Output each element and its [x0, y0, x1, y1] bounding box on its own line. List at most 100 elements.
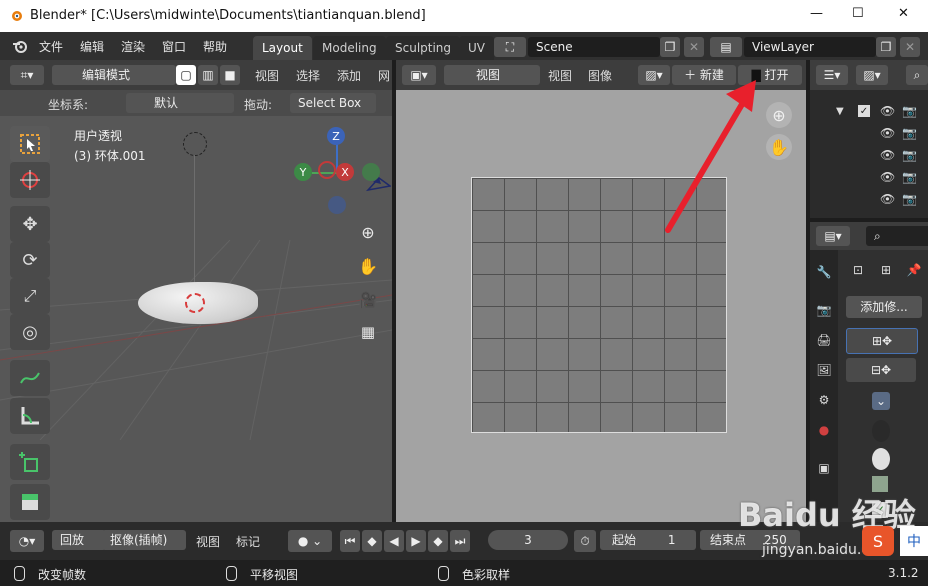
mode-selector[interactable]: 编辑模式 — [52, 65, 176, 85]
render-camera-icon[interactable]: 📷 — [902, 148, 917, 162]
add-cube-tool[interactable] — [10, 444, 50, 480]
image-zoom-icon[interactable]: ⊕ — [766, 102, 792, 128]
current-frame-field[interactable]: 3 — [488, 530, 568, 550]
face-select-icon[interactable]: ■ — [220, 65, 240, 85]
outliner-search-icon[interactable]: ⌕ — [906, 65, 928, 85]
outliner-filter-icon[interactable]: ▨▾ — [856, 65, 888, 85]
gizmo-x-icon[interactable]: X — [336, 163, 354, 181]
outliner-type-icon[interactable]: ☰▾ — [816, 65, 848, 85]
camera-view-icon[interactable]: 🎥 — [356, 288, 380, 312]
collection-expand-icon[interactable]: ▼ — [836, 106, 844, 117]
menu-file[interactable]: 文件 — [39, 38, 63, 55]
collection-properties-icon[interactable]: ▣ — [814, 458, 834, 478]
view-layer-properties-icon[interactable]: 🖼 — [814, 360, 834, 380]
scale-tool[interactable]: ⤢ — [10, 278, 50, 314]
extrude-tool[interactable] — [10, 484, 50, 520]
menu-edit[interactable]: 编辑 — [80, 38, 104, 55]
measure-tool[interactable] — [10, 398, 50, 434]
editor-type-icon[interactable]: ⌗▾ — [10, 65, 44, 85]
minimize-button[interactable]: — — [810, 6, 823, 21]
jump-end-icon[interactable]: ⏭ — [450, 530, 470, 552]
tab-modeling[interactable]: Modeling — [313, 36, 386, 60]
visibility-eye-icon[interactable]: 👁 — [880, 126, 895, 140]
visibility-eye-icon[interactable]: 👁 — [880, 148, 895, 162]
play-icon[interactable]: ▶ — [406, 530, 426, 552]
visibility-eye-icon[interactable]: 👁 — [880, 192, 895, 206]
viewport-menu-select[interactable]: 选择 — [296, 67, 320, 84]
ime-language-indicator[interactable]: 中 — [900, 526, 928, 556]
tab-uv[interactable]: UV — [459, 36, 494, 60]
annotate-tool[interactable] — [10, 360, 50, 396]
modifier-stack-icon[interactable]: ⊞ — [876, 260, 896, 280]
rotate-tool[interactable]: ⟳ — [10, 242, 50, 278]
output-properties-icon[interactable]: 🖨 — [814, 330, 834, 350]
keying-dropdown[interactable]: 抠像(插帧) — [102, 530, 186, 550]
drag-dropdown[interactable]: Select Box — [290, 93, 376, 113]
select-box-tool[interactable] — [10, 126, 50, 162]
timeline-menu-view[interactable]: 视图 — [196, 533, 220, 550]
image-editor-menu-image[interactable]: 图像 — [588, 67, 612, 84]
properties-type-icon[interactable]: ▤▾ — [816, 226, 850, 246]
render-camera-icon[interactable]: 📷 — [902, 126, 917, 140]
blender-menu-icon[interactable] — [12, 38, 28, 54]
gizmo-z-icon[interactable]: Z — [327, 127, 345, 145]
coord-dropdown[interactable]: 默认 — [126, 93, 234, 113]
scene-selector-icon[interactable]: ⛶ — [494, 37, 526, 57]
viewlayer-copy-icon[interactable]: ❐ — [876, 37, 896, 57]
transform-pivot-icon[interactable]: ⊡ — [848, 260, 868, 280]
menu-render[interactable]: 渲染 — [121, 38, 145, 55]
prev-keyframe-icon[interactable]: ◆ — [362, 530, 382, 552]
properties-search-field[interactable]: ⌕ — [866, 226, 928, 246]
menu-help[interactable]: 帮助 — [203, 38, 227, 55]
close-button[interactable]: ✕ — [898, 6, 909, 21]
nav-gizmo[interactable]: Z Y X — [290, 126, 390, 216]
move-tool[interactable]: ✥ — [10, 206, 50, 242]
perspective-toggle-icon[interactable]: ▦ — [356, 320, 380, 344]
viewport-menu-view[interactable]: 视图 — [255, 67, 279, 84]
menu-window[interactable]: 窗口 — [162, 38, 186, 55]
jump-start-icon[interactable]: ⏮ — [340, 530, 360, 552]
tool-properties-icon[interactable]: 🔧 — [814, 262, 834, 282]
viewlayer-selector-icon[interactable]: ▤ — [710, 37, 742, 57]
pin-icon[interactable]: 📌 — [904, 260, 924, 280]
timeline-menu-marker[interactable]: 标记 — [236, 533, 260, 550]
scene-remove-icon[interactable]: ✕ — [684, 37, 704, 57]
scene-copy-icon[interactable]: ❐ — [660, 37, 680, 57]
preview-range-icon[interactable]: ⏱ — [574, 530, 596, 552]
zoom-view-icon[interactable]: ⊕ — [356, 220, 380, 244]
render-camera-icon[interactable]: 📷 — [902, 192, 917, 206]
color-swatch-dark[interactable] — [872, 420, 890, 442]
pan-view-icon[interactable]: ✋ — [356, 254, 380, 278]
cursor-tool[interactable] — [10, 162, 50, 198]
modifier-panel-icon[interactable]: ⊟✥ — [846, 358, 916, 382]
collection-checkbox-icon[interactable]: ✓ — [858, 105, 870, 117]
viewlayer-name-field[interactable]: ViewLayer — [744, 37, 876, 57]
properties-editor[interactable]: ▤▾ ⌕ 🔧 📷 🖨 🖼 ⚙ ● ▣ ⊡ ⊞ 📌 添加修... ⊞✥ ⊟✥ ⌄ … — [810, 222, 928, 522]
image-editor-type-icon[interactable]: ▣▾ — [402, 65, 436, 85]
visibility-eye-icon[interactable]: 👁 — [880, 170, 895, 184]
next-keyframe-icon[interactable]: ◆ — [428, 530, 448, 552]
render-properties-icon[interactable]: 📷 — [814, 300, 834, 320]
visibility-eye-icon[interactable]: 👁 — [880, 104, 895, 118]
render-camera-icon[interactable]: 📷 — [902, 104, 917, 118]
viewport-menu-mesh[interactable]: 网 — [378, 67, 390, 84]
image-editor-view-dropdown[interactable]: 视图 — [444, 65, 540, 85]
scene-properties-icon[interactable]: ⚙ — [814, 390, 834, 410]
tab-sculpting[interactable]: Sculpting — [386, 36, 461, 60]
gizmo-neg-z-icon[interactable] — [328, 196, 346, 214]
dropdown-chevron-icon[interactable]: ⌄ — [872, 392, 890, 410]
color-swatch-light[interactable] — [872, 448, 890, 470]
modifier-panel-icon[interactable]: ⊞✥ — [846, 328, 918, 354]
record-toggle-icon[interactable]: ● ⌄ — [288, 530, 332, 552]
edge-select-icon[interactable]: ▥ — [198, 65, 218, 85]
add-modifier-button[interactable]: 添加修... — [846, 296, 922, 318]
world-properties-icon[interactable]: ● — [814, 420, 834, 440]
gizmo-neg-x-icon[interactable] — [318, 161, 336, 179]
maximize-button[interactable]: ☐ — [852, 6, 864, 21]
start-frame-field[interactable]: 起始 1 — [600, 530, 696, 550]
image-editor[interactable]: ▣▾ 视图 视图 图像 ▨▾ ＋ 新建 ▇ 打开 ⊕ ✋ — [396, 60, 806, 522]
playback-dropdown[interactable]: 回放 — [52, 530, 106, 550]
viewport-3d[interactable]: ⌗▾ 编辑模式 ▢ ▥ ■ 视图 选择 添加 网 坐标系: 默认 拖动: Sel… — [0, 60, 392, 522]
timeline-type-icon[interactable]: ◔▾ — [10, 530, 44, 552]
viewlayer-remove-icon[interactable]: ✕ — [900, 37, 920, 57]
